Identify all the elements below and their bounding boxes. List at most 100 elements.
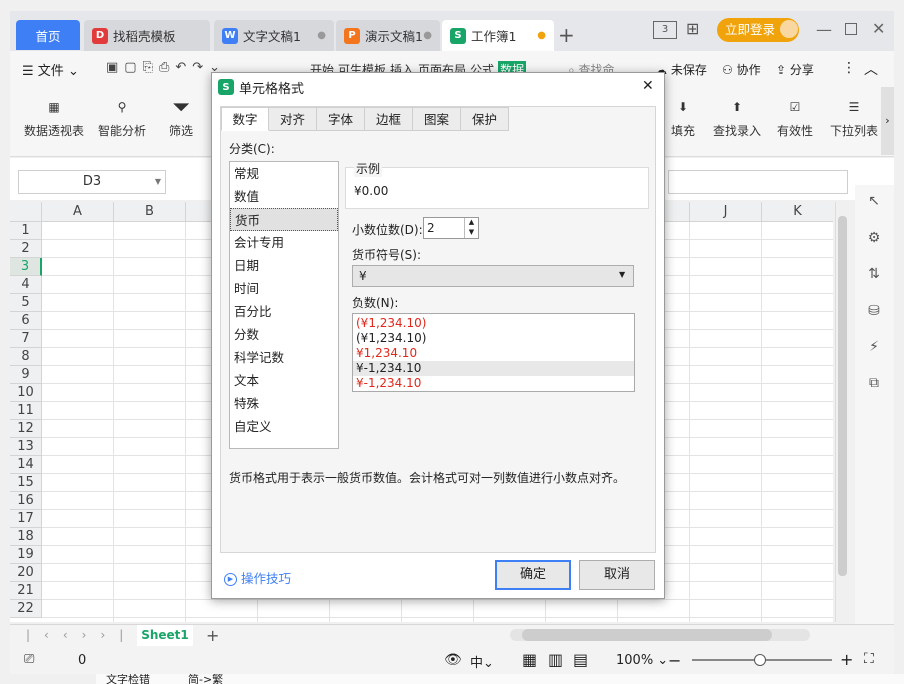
- zoom-out-icon[interactable]: −: [668, 651, 681, 670]
- add-sheet-icon[interactable]: +: [206, 626, 219, 645]
- column-header[interactable]: A: [42, 202, 114, 222]
- tips-link[interactable]: ▶ 操作技巧: [224, 568, 291, 587]
- fullscreen-icon[interactable]: ⛶: [864, 651, 874, 667]
- hscroll-thumb[interactable]: [522, 629, 772, 641]
- normal-view-icon[interactable]: ▦: [522, 650, 537, 669]
- dialog-tab[interactable]: 边框: [365, 107, 413, 131]
- formula-input[interactable]: [668, 170, 848, 194]
- tab-docer-templates[interactable]: D 找稻壳模板: [84, 20, 210, 51]
- row-header[interactable]: 16: [10, 492, 42, 510]
- fill-button[interactable]: ⬇ 填充: [666, 92, 700, 139]
- row-header[interactable]: 8: [10, 348, 42, 366]
- category-item[interactable]: 时间: [230, 277, 338, 300]
- more-icon[interactable]: ⋮: [842, 60, 856, 76]
- validation-button[interactable]: ☑ 有效性: [772, 92, 818, 139]
- name-box[interactable]: D3 ▼: [18, 170, 166, 194]
- row-header[interactable]: 15: [10, 474, 42, 492]
- transform-icon[interactable]: ⇅: [863, 263, 885, 285]
- currency-select[interactable]: ¥ ▼: [352, 265, 634, 287]
- row-header[interactable]: 18: [10, 528, 42, 546]
- row-header[interactable]: 14: [10, 456, 42, 474]
- row-header[interactable]: 19: [10, 546, 42, 564]
- row-header[interactable]: 9: [10, 366, 42, 384]
- row-header[interactable]: 20: [10, 564, 42, 582]
- row-header[interactable]: 5: [10, 294, 42, 312]
- backup-icon[interactable]: ⛁: [863, 300, 885, 322]
- eye-protection-icon[interactable]: 👁: [444, 652, 462, 668]
- category-item[interactable]: 货币: [230, 208, 338, 231]
- taskbar-item[interactable]: 文字检错: [106, 674, 150, 684]
- negative-format-option[interactable]: (¥1,234.10): [353, 316, 634, 331]
- plus-icon[interactable]: +: [558, 23, 575, 47]
- collapse-ribbon-icon[interactable]: ︿: [864, 59, 878, 79]
- input-method-icon[interactable]: 中⌄: [470, 652, 494, 671]
- cancel-button[interactable]: 取消: [579, 560, 655, 590]
- zoom-in-icon[interactable]: +: [840, 650, 853, 669]
- collab-button[interactable]: ⚇ 协作: [722, 61, 761, 78]
- macro-icon[interactable]: ⎚: [24, 652, 34, 667]
- row-header[interactable]: 2: [10, 240, 42, 258]
- lookup-entry-button[interactable]: ⬆ 查找录入: [712, 92, 762, 139]
- row-header[interactable]: 22: [10, 600, 42, 618]
- stepper-up-icon[interactable]: ▲: [464, 218, 478, 228]
- column-header[interactable]: J: [690, 202, 762, 222]
- avatar[interactable]: [780, 20, 798, 38]
- row-header[interactable]: 12: [10, 420, 42, 438]
- row-header[interactable]: 13: [10, 438, 42, 456]
- category-item[interactable]: 自定义: [230, 415, 338, 438]
- dialog-tab[interactable]: 字体: [317, 107, 365, 131]
- vertical-scrollbar[interactable]: [835, 202, 849, 622]
- category-item[interactable]: 文本: [230, 369, 338, 392]
- zoom-slider-handle[interactable]: [754, 654, 766, 666]
- ribbon-scroll-right-icon[interactable]: ›: [881, 87, 894, 155]
- filter-button[interactable]: ⏷ 筛选: [162, 92, 200, 139]
- category-item[interactable]: 数值: [230, 185, 338, 208]
- tab-dot-icon[interactable]: ●: [317, 30, 326, 41]
- smart-analysis-button[interactable]: ⚲ 智能分析: [96, 92, 148, 139]
- row-header[interactable]: 17: [10, 510, 42, 528]
- dialog-tab[interactable]: 数字: [221, 107, 269, 131]
- pivot-table-button[interactable]: ▦ 数据透视表: [22, 92, 86, 139]
- properties-icon[interactable]: ⚙: [863, 227, 885, 249]
- tab-writer-doc[interactable]: W 文字文稿1 ●: [214, 20, 334, 51]
- quick-access-icons[interactable]: ▣▢⎘⎙↶↷⌄: [106, 60, 226, 75]
- scrollbar-thumb[interactable]: [838, 216, 847, 576]
- row-header[interactable]: 6: [10, 312, 42, 330]
- row-header[interactable]: 7: [10, 330, 42, 348]
- tab-dot-icon[interactable]: ●: [423, 30, 432, 41]
- zoom-level[interactable]: 100% ⌄: [616, 653, 668, 668]
- unsaved-dot-icon[interactable]: ●: [537, 30, 546, 41]
- dialog-tab[interactable]: 图案: [413, 107, 461, 131]
- category-item[interactable]: 日期: [230, 254, 338, 277]
- negative-format-option[interactable]: (¥1,234.10): [353, 331, 634, 346]
- performance-icon[interactable]: ⚡: [863, 336, 885, 358]
- window-layout-icon[interactable]: 3: [653, 21, 677, 39]
- row-header[interactable]: 4: [10, 276, 42, 294]
- grid-apps-icon[interactable]: ⊞: [686, 19, 699, 38]
- tab-presentation[interactable]: P 演示文稿1 ●: [336, 20, 440, 51]
- decimal-places-stepper[interactable]: 2 ▲ ▼: [423, 217, 479, 239]
- sheet-nav-icons[interactable]: |‹‹››|: [26, 628, 137, 642]
- dialog-tab[interactable]: 对齐: [269, 107, 317, 131]
- category-item[interactable]: 科学记数: [230, 346, 338, 369]
- minimize-icon[interactable]: —: [816, 20, 832, 39]
- horizontal-scrollbar[interactable]: [510, 629, 810, 641]
- category-item[interactable]: 会计专用: [230, 231, 338, 254]
- share-button[interactable]: ⇪ 分享: [776, 61, 814, 78]
- category-item[interactable]: 百分比: [230, 300, 338, 323]
- negative-format-option[interactable]: ¥1,234.10: [353, 346, 634, 361]
- maximize-icon[interactable]: [845, 23, 857, 35]
- category-list[interactable]: 常规 数值 货币 会计专用 日期 时间 百分比 分数 科学记数 文本 特殊 自定义: [229, 161, 339, 449]
- row-header[interactable]: 3: [10, 258, 42, 276]
- category-item[interactable]: 常规: [230, 162, 338, 185]
- category-item[interactable]: 特殊: [230, 392, 338, 415]
- page-break-view-icon[interactable]: ▤: [573, 650, 588, 669]
- file-menu[interactable]: ☰ 文件 ⌄: [22, 60, 79, 79]
- sheet-tab[interactable]: Sheet1: [137, 625, 193, 646]
- tab-home[interactable]: 首页: [16, 20, 80, 50]
- negative-number-list[interactable]: (¥1,234.10) (¥1,234.10) ¥1,234.10 ¥-1,234.1…: [352, 313, 635, 392]
- negative-format-option[interactable]: ¥-1,234.10: [353, 376, 634, 391]
- tab-workbook[interactable]: S 工作簿1 ●: [442, 20, 554, 51]
- page-layout-view-icon[interactable]: ▥: [548, 650, 563, 669]
- taskbar-item[interactable]: 简->繁: [188, 674, 223, 684]
